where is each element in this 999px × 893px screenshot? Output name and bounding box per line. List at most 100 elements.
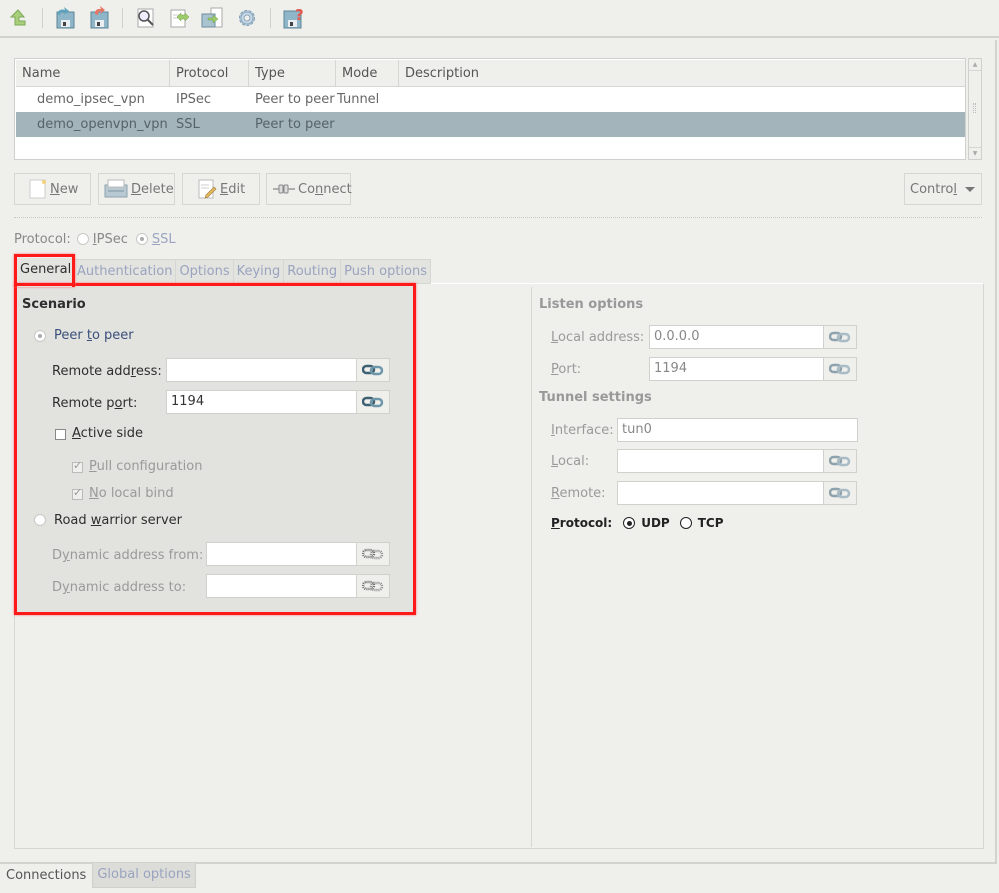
tab-options[interactable]: Options (176, 259, 234, 284)
column-header-type[interactable]: Type (249, 60, 336, 87)
edit-button[interactable]: Edit (182, 173, 260, 205)
save-help-button[interactable]: ? (280, 5, 306, 31)
tunnel-protocol-row: Protocol: UDP TCP (551, 516, 724, 530)
interface-input[interactable]: tun0 (617, 418, 858, 442)
pull-configuration-checkbox[interactable] (72, 459, 83, 473)
tab-connections[interactable]: Connections (0, 862, 92, 889)
delete-button[interactable]: Delete (98, 173, 175, 205)
chain-link-icon (829, 363, 851, 375)
radio-ssl[interactable] (135, 233, 148, 245)
remote-address-link-button[interactable] (356, 358, 390, 382)
column-header-protocol[interactable]: Protocol (170, 60, 249, 87)
toolbar-separator (122, 8, 123, 28)
radio-ipsec[interactable] (76, 233, 89, 245)
control-dropdown[interactable]: Control (904, 173, 982, 205)
cell-name: demo_openvpn_vpn (37, 117, 168, 132)
radio-road-warrior[interactable] (34, 514, 46, 526)
table-scrollbar[interactable]: ▲ ▼ (968, 58, 982, 160)
chain-link-icon (829, 455, 851, 467)
scroll-down-arrow-icon[interactable]: ▼ (969, 147, 981, 159)
dynamic-from-input[interactable] (206, 542, 357, 566)
radio-udp[interactable] (623, 517, 636, 529)
tcp-label: TCP (697, 516, 724, 530)
chain-link-icon (362, 396, 384, 408)
no-local-bind-label: No local bind (89, 486, 174, 501)
radio-peer-to-peer[interactable] (34, 330, 46, 342)
remote-link-button[interactable] (823, 481, 857, 505)
cell-description (399, 112, 965, 137)
scenario-panel: Scenario Peer to peer Remote address: Re… (14, 283, 416, 615)
dynamic-to-link-button[interactable] (356, 574, 390, 598)
shredder-icon (104, 179, 128, 199)
scroll-grip-icon[interactable] (973, 103, 976, 113)
port-label: Port: (551, 362, 582, 377)
protocol-label: Protocol: (14, 231, 71, 247)
save-undo-blue-icon (56, 7, 75, 29)
local-input[interactable] (617, 449, 824, 473)
ipsec-label: IPSec (92, 231, 128, 247)
connect-button[interactable]: Connect (266, 173, 352, 205)
transfer-icon (201, 7, 223, 28)
remote-input[interactable] (617, 481, 824, 505)
column-header-mode[interactable]: Mode (336, 60, 399, 87)
revert-button[interactable] (86, 5, 112, 31)
go-up-button[interactable] (5, 5, 31, 31)
port-link-button[interactable] (823, 357, 857, 381)
toolbar: ? (0, 0, 999, 38)
cell-protocol: IPSec (176, 92, 212, 107)
tab-push-options[interactable]: Push options (341, 259, 431, 284)
remote-address-input[interactable] (166, 358, 357, 382)
table-row-selected[interactable]: demo_openvpn_vpn SSL Peer to peer (16, 112, 965, 137)
table-row[interactable]: demo_ipsec_vpn IPSec Peer to peer Tunnel (16, 87, 965, 112)
edit-document-icon (197, 179, 217, 199)
local-address-link-button[interactable] (823, 325, 857, 349)
tunnel-settings-title: Tunnel settings (539, 390, 652, 405)
new-button[interactable]: New (14, 173, 91, 205)
protocol-selector: Protocol: IPSec SSL (14, 230, 176, 248)
search-button[interactable] (133, 5, 159, 31)
table-header: Name Protocol Type Mode Description (16, 60, 965, 87)
chain-link-icon (829, 331, 851, 343)
tunnel-protocol-label: Protocol: (551, 516, 613, 530)
connect-label: Connect (298, 181, 352, 197)
tab-global-options[interactable]: Global options (92, 862, 196, 888)
tab-keying[interactable]: Keying (233, 259, 285, 284)
connections-table: Name Protocol Type Mode Description demo… (14, 58, 966, 160)
cell-type: Peer to peer (255, 92, 335, 107)
remote-port-input[interactable]: 1194 (166, 390, 357, 414)
dynamic-from-link-button[interactable] (356, 542, 390, 566)
new-label: New (50, 181, 79, 197)
column-header-name[interactable]: Name (16, 60, 170, 87)
tab-authentication[interactable]: Authentication (73, 259, 177, 284)
import-export-button[interactable] (166, 5, 192, 31)
column-header-description[interactable]: Description (399, 60, 965, 87)
local-address-label: Local address: (551, 330, 645, 345)
settings-button[interactable] (234, 5, 260, 31)
chevron-down-icon (965, 186, 976, 192)
cell-protocol: SSL (176, 117, 200, 132)
road-warrior-label: Road warrior server (54, 513, 183, 528)
scenario-title: Scenario (22, 297, 86, 312)
save-undo-red-icon (90, 6, 109, 29)
dynamic-to-input[interactable] (206, 574, 357, 598)
save-apply-button[interactable] (52, 5, 78, 31)
new-document-icon (29, 179, 47, 199)
scroll-up-arrow-icon[interactable]: ▲ (969, 59, 981, 71)
remote-address-label: Remote address: (52, 364, 162, 379)
separator (14, 217, 982, 218)
no-local-bind-checkbox[interactable] (72, 486, 83, 500)
magnifier-icon (137, 8, 154, 28)
remote-port-link-button[interactable] (356, 390, 390, 414)
chain-link-icon (829, 487, 851, 499)
radio-tcp[interactable] (679, 517, 692, 529)
local-address-input[interactable]: 0.0.0.0 (649, 325, 824, 349)
active-side-checkbox[interactable] (55, 429, 66, 440)
dynamic-to-label: Dynamic address to: (52, 580, 187, 595)
port-input[interactable]: 1194 (649, 357, 824, 381)
delete-label: Delete (131, 181, 174, 197)
local-link-button[interactable] (823, 449, 857, 473)
document-arrows-icon (170, 9, 190, 28)
tab-routing[interactable]: Routing (284, 259, 342, 284)
transfer-button[interactable] (199, 5, 225, 31)
settings-tabs: General Authentication Options Keying Ro… (16, 258, 431, 284)
